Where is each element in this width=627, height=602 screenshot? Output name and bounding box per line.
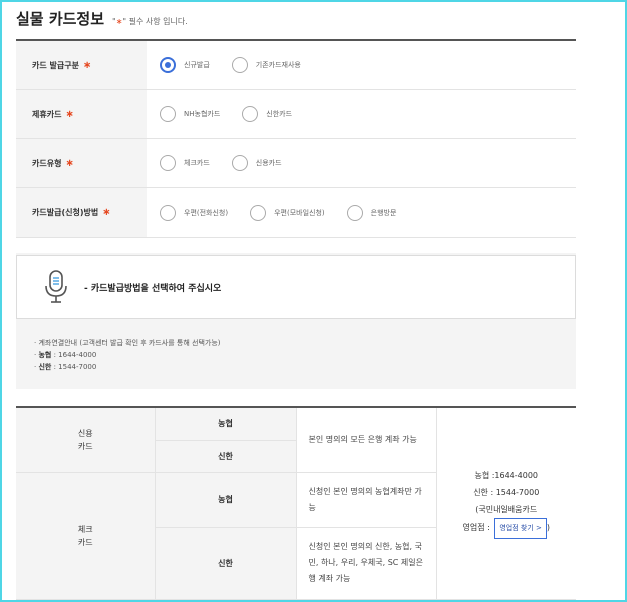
credit-desc: 본인 명의의 모든 은행 계좌 가능 [296, 407, 437, 473]
note-item: · 계좌연결안내 (고객센터 발급 확인 후 카드사를 통해 선택가능) [34, 339, 221, 347]
radio-button[interactable] [231, 155, 248, 171]
radio-button[interactable] [250, 204, 267, 221]
radio-nh-card[interactable]: NH농협카드 [160, 106, 220, 122]
check-bank-nh: 농협 [155, 472, 297, 528]
card-account-table: 신용 카드 농협 본인 명의의 모든 은행 계좌 가능 농협 :1644-4000… [16, 406, 576, 600]
guide-message: - 카드발급방법을 선택하여 주십시오 [84, 283, 222, 294]
radio-mail-mobile[interactable]: 우편(모바일신청) [250, 204, 325, 221]
issue-method-label: 카드발급(신청)방법 ∗ [16, 188, 147, 237]
required-note: "∗" 필수 사항 입니다. [112, 17, 188, 26]
radio-bank-visit[interactable]: 은행방문 [346, 204, 396, 221]
partner-card-label: 제휴카드 ∗ [16, 90, 147, 138]
required-star: ∗ [65, 157, 74, 169]
table-row: 신용 카드 농협 본인 명의의 모든 은행 계좌 가능 농협 :1644-4000… [16, 407, 576, 600]
note-item: · 농협 : 1644-4000 [34, 351, 97, 359]
check-desc-shinhan: 신청인 본인 명의의 신한, 농협, 국민, 하나, 우리, 우체국, SC 제… [296, 527, 437, 600]
radio-reuse-card[interactable]: 기존카드재사용 [231, 57, 301, 73]
card-info-form: 카드 발급구분∗ 신규발급 기존카드재사용 제휴카드∗ NH농협카드 신한카 [16, 39, 576, 238]
radio-button[interactable] [231, 57, 248, 73]
issue-type-label: 카드 발급구분 ∗ [16, 41, 147, 89]
required-star: ∗ [82, 59, 92, 71]
form-row-partner-card: 제휴카드 ∗ NH농협카드 신한카드 [16, 90, 576, 139]
guide-message-box: - 카드발급방법을 선택하여 주십시오 [16, 255, 576, 319]
check-card-cell: 체크 카드 [16, 472, 156, 600]
contact-cell: 농협 :1644-4000 신한 : 1544-7000 (국민내일배움카드 영… [436, 407, 576, 600]
radio-new-issue[interactable]: 신규발급 [160, 57, 210, 73]
issue-type-options: 신규발급 기존카드재사용 [147, 41, 576, 89]
required-star: ∗ [102, 207, 111, 218]
card-type-label: 카드유형 ∗ [16, 139, 147, 187]
issue-method-options: 우편(전화신청) 우편(모바일신청) 은행방문 [147, 188, 576, 237]
form-row-card-type: 카드유형 ∗ 체크카드 신용카드 [16, 139, 576, 188]
card-type-options: 체크카드 신용카드 [147, 139, 576, 187]
form-row-issue-type: 카드 발급구분 ∗ 신규발급 기존카드재사용 [16, 41, 576, 90]
contact-notes: · 계좌연결안내 (고객센터 발급 확인 후 카드사를 통해 선택가능) · 농… [34, 337, 221, 373]
radio-button[interactable] [160, 155, 176, 171]
radio-button[interactable] [160, 106, 176, 122]
radio-check-card[interactable]: 체크카드 [160, 155, 210, 171]
radio-button[interactable] [242, 106, 259, 122]
note-item: · 신한 : 1544-7000 [34, 363, 97, 371]
microphone-icon [45, 270, 67, 303]
radio-mail-phone[interactable]: 우편(전화신청) [160, 204, 228, 221]
partner-card-options: NH농협카드 신한카드 [147, 90, 576, 138]
guide-section: - 카드발급방법을 선택하여 주십시오 · 계좌연결안내 (고객센터 발급 확인… [16, 253, 576, 389]
section-header: 실물 카드정보 "∗" 필수 사항 입니다. [16, 8, 188, 29]
check-desc-nh: 신청인 본인 명의의 농협계좌만 가능 [296, 472, 437, 528]
radio-button[interactable] [160, 204, 176, 221]
radio-button-checked[interactable] [160, 57, 176, 73]
credit-bank-shinhan: 신한 [155, 440, 297, 473]
radio-button[interactable] [346, 204, 363, 221]
required-star: ∗ [65, 108, 74, 120]
radio-credit-card[interactable]: 신용카드 [231, 155, 282, 171]
credit-card-cell: 신용 카드 [16, 407, 156, 473]
check-bank-shinhan: 신한 [155, 527, 297, 600]
form-row-issue-method: 카드발급(신청)방법 ∗ 우편(전화신청) 우편(모바일신청) 은행방문 [16, 188, 576, 238]
find-branch-button[interactable]: 영업점 찾기 > [494, 518, 547, 540]
credit-bank-nh: 농협 [155, 407, 297, 441]
page-title: 실물 카드정보 [16, 10, 105, 28]
radio-shinhan-card[interactable]: 신한카드 [242, 106, 292, 122]
